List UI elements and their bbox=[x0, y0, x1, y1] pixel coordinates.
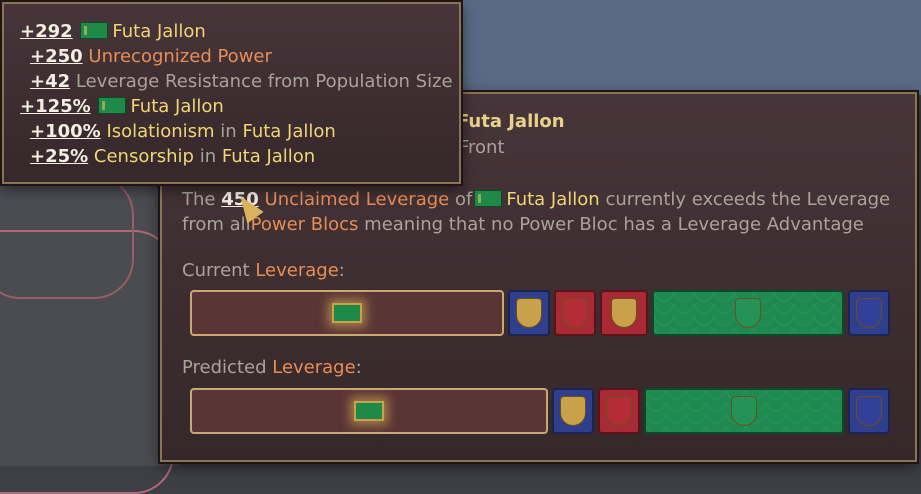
coat-of-arms-icon bbox=[516, 298, 542, 328]
coat-of-arms-icon bbox=[856, 396, 882, 426]
coat-of-arms-icon bbox=[562, 298, 588, 328]
futa-jallon-flag-icon bbox=[354, 401, 384, 421]
futa-jallon-flag-icon bbox=[98, 97, 127, 114]
futa-jallon-flag-icon bbox=[474, 190, 503, 207]
label-text: Predicted bbox=[182, 357, 267, 378]
unclaimed-leverage-link[interactable]: Unclaimed Leverage bbox=[265, 189, 450, 210]
coat-of-arms-icon bbox=[731, 396, 757, 426]
unclaimed-leverage-segment[interactable] bbox=[190, 388, 548, 434]
censorship-link[interactable]: Censorship bbox=[94, 146, 194, 167]
power-blocs-link[interactable]: Power Blocs bbox=[251, 214, 359, 235]
power-bloc-segment[interactable] bbox=[600, 290, 648, 336]
power-bloc-segment[interactable] bbox=[644, 388, 844, 434]
breakdown-value[interactable]: +25% bbox=[30, 146, 88, 167]
leverage-link[interactable]: Leverage bbox=[255, 260, 338, 281]
breakdown-value[interactable]: +250 bbox=[30, 46, 83, 67]
coat-of-arms-icon bbox=[560, 396, 586, 426]
breakdown-line: +100% Isolationism in Futa Jallon bbox=[30, 120, 336, 144]
tooltip-subtitle: Front bbox=[459, 137, 505, 158]
futa-jallon-flag-icon bbox=[332, 303, 362, 323]
leverage-description-line-1: The 450 Unclaimed Leverage of Futa Jallon… bbox=[182, 188, 890, 212]
coat-of-arms-icon bbox=[611, 298, 637, 328]
map-border bbox=[0, 175, 134, 299]
label-text: Current bbox=[182, 260, 250, 281]
power-bloc-segment[interactable] bbox=[848, 388, 890, 434]
tooltip-title: Futa Jallon bbox=[457, 111, 565, 132]
power-bloc-segment[interactable] bbox=[848, 290, 890, 336]
breakdown-text: in bbox=[199, 146, 217, 167]
breakdown-text: Leverage Resistance from Population Size bbox=[75, 71, 453, 92]
coat-of-arms-icon bbox=[856, 298, 882, 328]
breakdown-line: +250 Unrecognized Power bbox=[30, 45, 272, 69]
desc-text: from all bbox=[182, 214, 251, 235]
country-link[interactable]: Futa Jallon bbox=[222, 146, 315, 167]
label-text: : bbox=[338, 260, 345, 281]
power-bloc-segment[interactable] bbox=[598, 388, 640, 434]
breakdown-line: +25% Censorship in Futa Jallon bbox=[30, 145, 315, 169]
breakdown-text: in bbox=[220, 121, 237, 142]
breakdown-line: +292 Futa Jallon bbox=[20, 20, 206, 44]
isolationism-link[interactable]: Isolationism bbox=[106, 121, 214, 142]
breakdown-value[interactable]: +100% bbox=[30, 121, 101, 142]
power-bloc-segment[interactable] bbox=[552, 388, 594, 434]
breakdown-value[interactable]: +292 bbox=[20, 21, 73, 42]
unrecognized-power-link[interactable]: Unrecognized Power bbox=[88, 46, 272, 67]
leverage-link[interactable]: Leverage bbox=[272, 357, 355, 378]
power-bloc-segment[interactable] bbox=[554, 290, 596, 336]
current-leverage-bar bbox=[190, 290, 890, 336]
coat-of-arms-icon bbox=[735, 298, 761, 328]
country-link[interactable]: Futa Jallon bbox=[112, 21, 205, 42]
country-link[interactable]: Futa Jallon bbox=[242, 121, 335, 142]
map-sea bbox=[455, 0, 921, 95]
predicted-leverage-bar bbox=[190, 388, 890, 434]
coat-of-arms-icon bbox=[606, 396, 632, 426]
desc-text: currently exceeds the Leverage bbox=[605, 189, 891, 210]
current-leverage-label: Current Leverage: bbox=[182, 259, 345, 283]
power-bloc-segment[interactable] bbox=[508, 290, 550, 336]
breakdown-value[interactable]: +125% bbox=[20, 96, 91, 117]
unclaimed-leverage-segment[interactable] bbox=[190, 290, 504, 336]
power-bloc-segment[interactable] bbox=[652, 290, 844, 336]
country-link[interactable]: Futa Jallon bbox=[130, 96, 223, 117]
label-text: : bbox=[355, 357, 362, 378]
breakdown-line: +125% Futa Jallon bbox=[20, 95, 224, 119]
breakdown-line: +42 Leverage Resistance from Population … bbox=[30, 70, 453, 94]
predicted-leverage-label: Predicted Leverage: bbox=[182, 356, 362, 380]
breakdown-value[interactable]: +42 bbox=[30, 71, 70, 92]
desc-text: of bbox=[454, 189, 473, 210]
leverage-description-line-2: from allPower Blocs meaning that no Powe… bbox=[182, 213, 864, 237]
unclaimed-leverage-breakdown-tooltip: +292 Futa Jallon +250 Unrecognized Power… bbox=[2, 2, 461, 184]
desc-text: The bbox=[182, 189, 216, 210]
futa-jallon-flag-icon bbox=[80, 22, 109, 39]
country-link[interactable]: Futa Jallon bbox=[506, 189, 599, 210]
desc-text: meaning that no Power Bloc has a Leverag… bbox=[364, 214, 864, 235]
